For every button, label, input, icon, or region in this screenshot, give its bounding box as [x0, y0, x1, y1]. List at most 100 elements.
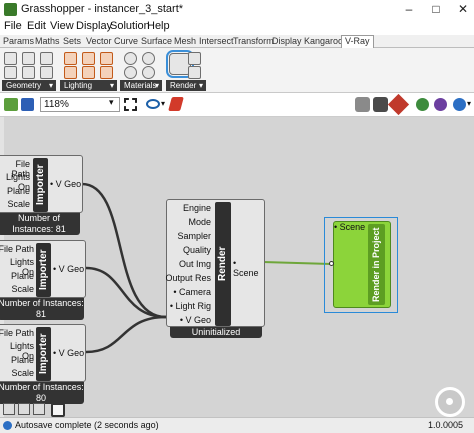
- chevron-down-icon[interactable]: ▾: [161, 99, 165, 108]
- tab-params[interactable]: Params: [3, 36, 34, 46]
- importer-component[interactable]: File Path Lights On Plane Scale Importer…: [0, 324, 86, 382]
- render-in-project-component[interactable]: • Scene Render in Project: [333, 221, 391, 308]
- material-tool-icon[interactable]: [124, 52, 137, 65]
- material-tool-icon[interactable]: [124, 66, 137, 79]
- light-tool-icon[interactable]: [64, 52, 77, 65]
- input-scale[interactable]: Scale: [0, 368, 34, 378]
- tab-vray[interactable]: V-Ray: [341, 35, 374, 48]
- input-out-img[interactable]: Out Img: [171, 259, 211, 269]
- output-scene[interactable]: • Scene: [233, 258, 264, 278]
- input-camera[interactable]: • Camera: [171, 287, 211, 297]
- input-engine[interactable]: Engine: [171, 203, 211, 213]
- geometry-tool-icon[interactable]: [4, 52, 17, 65]
- input-file-path[interactable]: File Path: [0, 244, 34, 254]
- compass-center: [446, 398, 453, 405]
- material-tool-icon[interactable]: [142, 66, 155, 79]
- menu-view[interactable]: View: [50, 20, 74, 32]
- open-file-icon[interactable]: [4, 98, 18, 111]
- output-v-geo[interactable]: • V Geo: [53, 264, 84, 274]
- tab-mesh[interactable]: Mesh: [174, 36, 196, 46]
- input-sampler[interactable]: Sampler: [171, 231, 211, 241]
- checkbox-widget-icon[interactable]: [51, 403, 65, 417]
- preview-toggle-icon[interactable]: [355, 97, 370, 112]
- minimize-button[interactable]: –: [396, 1, 422, 18]
- input-scale[interactable]: Scale: [0, 284, 34, 294]
- geometry-tool-icon[interactable]: [22, 52, 35, 65]
- ribbon-group-lighting[interactable]: Lighting ▾: [60, 80, 117, 91]
- version-label: 1.0.0005: [428, 420, 464, 430]
- menu-solution[interactable]: Solution: [110, 20, 150, 32]
- menu-file[interactable]: File: [4, 20, 22, 32]
- tab-display[interactable]: Display: [272, 36, 302, 46]
- tab-vector[interactable]: Vector: [86, 36, 112, 46]
- ribbon-group-geometry[interactable]: Geometry ▾: [2, 80, 56, 91]
- status-message: Autosave complete (2 seconds ago): [15, 420, 159, 430]
- tab-transform[interactable]: Transform: [233, 36, 274, 46]
- light-tool-icon[interactable]: [82, 66, 95, 79]
- light-tool-icon[interactable]: [64, 66, 77, 79]
- output-label: Scene: [233, 268, 259, 278]
- sketch-pen-icon[interactable]: [168, 97, 184, 111]
- display-mode-icon[interactable]: [416, 98, 429, 111]
- input-mode[interactable]: Mode: [171, 217, 211, 227]
- ribbon-group-materials[interactable]: Materials ▾: [120, 80, 162, 91]
- light-tool-icon[interactable]: [100, 66, 113, 79]
- geometry-tool-icon[interactable]: [40, 66, 53, 79]
- maximize-button[interactable]: □: [423, 1, 449, 18]
- geometry-tool-icon[interactable]: [40, 52, 53, 65]
- geometry-tool-icon[interactable]: [4, 66, 17, 79]
- menu-help[interactable]: Help: [147, 20, 170, 32]
- widget-icon[interactable]: [3, 403, 15, 415]
- render-component[interactable]: Engine Mode Sampler Quality Out Img Outp…: [165, 199, 265, 327]
- render-settings-icon[interactable]: [188, 52, 201, 65]
- component-core: Render: [215, 202, 231, 326]
- render-preview-icon[interactable]: [434, 98, 447, 111]
- chevron-down-icon[interactable]: ▾: [467, 99, 471, 108]
- importer-component[interactable]: File Path Lights On Plane Scale Importer…: [0, 155, 83, 213]
- output-v-geo[interactable]: • V Geo: [53, 348, 84, 358]
- input-scale[interactable]: Scale: [0, 199, 30, 209]
- input-plane[interactable]: Plane: [0, 355, 34, 365]
- save-file-icon[interactable]: [21, 98, 34, 111]
- tab-intersect[interactable]: Intersect: [199, 36, 234, 46]
- wire-importer1-vgeo: [81, 182, 167, 319]
- title-bar: Grasshopper - instancer_3_start* – □ ✕: [0, 0, 474, 19]
- menu-display[interactable]: Display: [76, 20, 112, 32]
- component-caption: Number of Instances: 80: [0, 382, 84, 404]
- input-v-geo[interactable]: • V Geo: [171, 315, 211, 325]
- canvas-toolbar: 118% ▾ ▾ ▾: [0, 93, 474, 117]
- preview-mesh-icon[interactable]: [373, 97, 388, 112]
- material-tool-icon[interactable]: [142, 52, 155, 65]
- light-tool-icon[interactable]: [82, 52, 95, 65]
- menu-edit[interactable]: Edit: [27, 20, 46, 32]
- widget-icon[interactable]: [18, 403, 30, 415]
- geometry-tool-icon[interactable]: [22, 66, 35, 79]
- input-quality[interactable]: Quality: [171, 245, 211, 255]
- tab-sets[interactable]: Sets: [63, 36, 81, 46]
- wire-importer2-vgeo: [85, 266, 167, 319]
- output-v-geo[interactable]: • V Geo: [50, 179, 81, 189]
- zoom-level-field[interactable]: 118%: [40, 97, 120, 112]
- component-title: Render in Project: [371, 227, 381, 302]
- camera-icon[interactable]: [188, 66, 201, 79]
- tab-curve[interactable]: Curve: [114, 36, 138, 46]
- eye-preview-icon[interactable]: [146, 99, 160, 109]
- sphere-icon[interactable]: [453, 98, 466, 111]
- close-button[interactable]: ✕: [450, 1, 474, 18]
- tab-maths[interactable]: Maths: [35, 36, 60, 46]
- ribbon-group-render[interactable]: Render ▾: [166, 80, 206, 91]
- zoom-extents-icon[interactable]: [124, 98, 137, 111]
- input-file-path[interactable]: File Path: [0, 328, 34, 338]
- widget-icon[interactable]: [33, 403, 45, 415]
- light-tool-icon[interactable]: [100, 52, 113, 65]
- input-plane[interactable]: Plane: [0, 186, 30, 196]
- importer-component[interactable]: File Path Lights On Plane Scale Importer…: [0, 240, 86, 298]
- input-grip[interactable]: [329, 261, 334, 266]
- input-output-res[interactable]: Output Res: [165, 273, 211, 283]
- input-light-rig[interactable]: • Light Rig: [165, 301, 211, 311]
- preview-selected-icon[interactable]: [387, 93, 410, 116]
- chevron-down-icon[interactable]: ▾: [109, 97, 114, 108]
- input-plane[interactable]: Plane: [0, 271, 34, 281]
- grasshopper-canvas[interactable]: File Path Lights On Plane Scale Importer…: [0, 117, 474, 417]
- tab-surface[interactable]: Surface: [141, 36, 172, 46]
